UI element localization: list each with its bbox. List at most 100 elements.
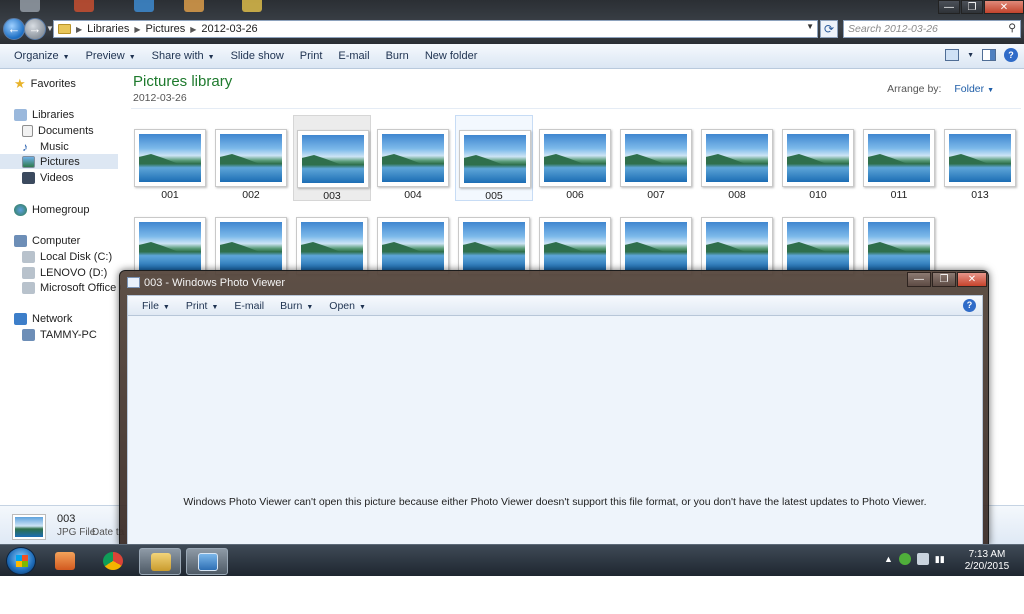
nav-libraries[interactable]: Libraries: [14, 107, 132, 122]
pv-file-menu[interactable]: File ▼: [134, 300, 178, 312]
taskbar-photo-viewer[interactable]: [186, 548, 228, 575]
view-chevron-down-icon[interactable]: ▼: [967, 52, 974, 59]
maximize-button[interactable]: ❐: [961, 0, 983, 14]
back-button[interactable]: ←: [3, 18, 25, 40]
share-with-menu[interactable]: Share with ▼: [144, 50, 223, 62]
image-thumbnail: [215, 217, 287, 275]
search-icon[interactable]: ⚲: [1008, 22, 1016, 34]
photo-viewer-title: 003 - Windows Photo Viewer: [144, 277, 286, 289]
clock-date: 2/20/2015: [964, 561, 1010, 572]
file-name: 005: [485, 190, 503, 202]
photo-viewer-window[interactable]: 003 - Windows Photo Viewer — ❐ ✕ File ▼ P…: [119, 270, 989, 546]
back-arrow-icon: ←: [7, 21, 21, 36]
breadcrumb-date-folder[interactable]: 2012-03-26: [201, 23, 257, 35]
security-icon[interactable]: [898, 553, 911, 565]
pv-file-label: File: [142, 299, 159, 312]
nav-office-drive[interactable]: Microsoft Office Click: [22, 280, 121, 295]
nav-lenovo-label: LENOVO (D:): [40, 266, 108, 279]
file-tile[interactable]: 001: [131, 115, 209, 201]
arrange-by-value: Folder: [954, 83, 985, 95]
file-tile[interactable]: 010: [779, 115, 857, 201]
chevron-right-icon[interactable]: ▶: [76, 25, 82, 34]
organize-menu[interactable]: Organize ▼: [6, 50, 78, 62]
disk-icon: [22, 266, 35, 279]
file-name: 010: [809, 189, 827, 201]
selected-file-name: 003: [57, 513, 76, 525]
preview-pane-icon[interactable]: [982, 49, 996, 61]
photo-viewer-menu-bar: File ▼ Print ▼ E-mail Burn ▼ Open ▼ ?: [127, 295, 983, 315]
chevron-down-icon: ▼: [358, 303, 366, 311]
chevron-right-icon[interactable]: ▶: [134, 25, 140, 34]
chevron-down-icon: ▼: [207, 54, 215, 61]
slide-show-button[interactable]: Slide show: [223, 50, 292, 62]
burn-button[interactable]: Burn: [378, 50, 417, 62]
pv-burn-menu[interactable]: Burn ▼: [272, 300, 321, 312]
nav-computer[interactable]: Computer: [14, 233, 132, 248]
nav-favorites[interactable]: ★ Favorites: [14, 76, 132, 91]
image-thumbnail: [539, 129, 611, 187]
breadcrumb-libraries[interactable]: Libraries: [87, 23, 129, 35]
image-thumbnail: [134, 217, 206, 275]
pv-open-menu[interactable]: Open ▼: [321, 300, 374, 312]
file-tile[interactable]: 013: [941, 115, 1019, 201]
nav-homegroup[interactable]: Homegroup: [14, 202, 132, 217]
file-tile-selected[interactable]: 003: [293, 115, 371, 202]
address-field[interactable]: ▶ Libraries ▶ Pictures ▶ 2012-03-26 ▼: [53, 20, 818, 38]
pv-help-icon[interactable]: ?: [963, 299, 976, 312]
email-button[interactable]: E-mail: [330, 50, 377, 62]
file-tile[interactable]: 007: [617, 115, 695, 201]
taskbar: ▲ ▮▮ 7:13 AM 2/20/2015: [0, 544, 1024, 576]
disk-icon: [22, 281, 35, 294]
chevron-down-icon: ▼: [62, 54, 70, 61]
folder-icon: [58, 24, 71, 34]
nav-libraries-label: Libraries: [32, 108, 75, 121]
file-name: 008: [728, 189, 746, 201]
preview-menu[interactable]: Preview ▼: [78, 50, 144, 62]
change-view-icon[interactable]: [945, 49, 960, 61]
nav-pictures[interactable]: Pictures: [0, 154, 118, 169]
forward-button[interactable]: →: [24, 18, 46, 40]
taskbar-chrome[interactable]: [92, 548, 134, 575]
help-icon[interactable]: ?: [1004, 48, 1018, 62]
arrange-by-label: Arrange by:: [887, 83, 942, 95]
file-tile[interactable]: 011: [860, 115, 938, 201]
arrange-by-dropdown[interactable]: Folder ▼: [954, 83, 994, 95]
pv-print-menu[interactable]: Print ▼: [178, 300, 227, 312]
minimize-button[interactable]: —: [938, 0, 960, 14]
search-placeholder: Search 2012-03-26: [848, 23, 938, 35]
file-tile[interactable]: 006: [536, 115, 614, 201]
file-tile[interactable]: 004: [374, 115, 452, 201]
pv-maximize-button[interactable]: ❐: [932, 272, 956, 287]
address-dropdown-icon[interactable]: ▼: [806, 22, 814, 31]
nav-music-label: Music: [40, 140, 69, 153]
pv-open-label: Open: [329, 299, 355, 312]
breadcrumb-pictures[interactable]: Pictures: [146, 23, 186, 35]
pv-minimize-button[interactable]: —: [907, 272, 931, 287]
file-tile-hovered[interactable]: 005: [455, 115, 533, 202]
refresh-button[interactable]: ⟳: [820, 20, 838, 38]
chevron-right-icon[interactable]: ▶: [190, 25, 196, 34]
file-tile[interactable]: 008: [698, 115, 776, 201]
taskbar-media-player[interactable]: [44, 548, 86, 575]
search-input[interactable]: Search 2012-03-26 ⚲: [843, 20, 1021, 38]
file-tile[interactable]: 002: [212, 115, 290, 201]
show-hidden-icons-chevron-icon[interactable]: ▲: [884, 554, 893, 564]
pv-email-button[interactable]: E-mail: [226, 300, 272, 312]
file-name: 013: [971, 189, 989, 201]
image-thumbnail: [620, 129, 692, 187]
image-thumbnail: [701, 129, 773, 187]
new-folder-button[interactable]: New folder: [417, 50, 486, 62]
image-thumbnail: [297, 130, 369, 188]
nav-network[interactable]: Network: [14, 311, 132, 326]
close-button[interactable]: ✕: [984, 0, 1024, 14]
signal-icon[interactable]: ▮▮: [935, 554, 945, 565]
clock[interactable]: 7:13 AM 2/20/2015: [960, 549, 1014, 573]
start-button[interactable]: [6, 547, 36, 575]
pv-close-button[interactable]: ✕: [957, 272, 987, 287]
taskbar-explorer[interactable]: [139, 548, 181, 575]
app-ghost-icon-2: [184, 0, 204, 12]
pv-burn-label: Burn: [280, 299, 303, 312]
print-button[interactable]: Print: [292, 50, 331, 62]
image-thumbnail: [701, 217, 773, 275]
power-icon[interactable]: [916, 553, 929, 565]
